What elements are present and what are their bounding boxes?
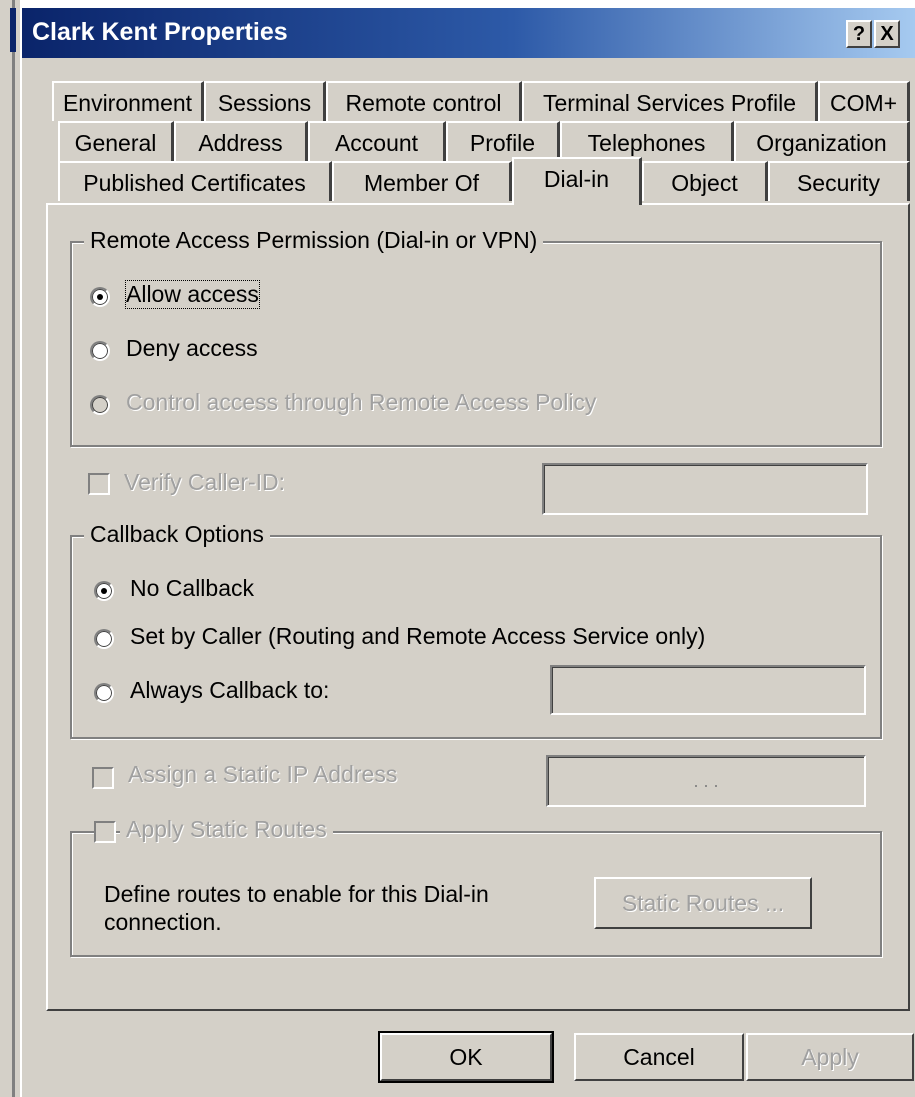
always-callback-radio[interactable] [94,683,114,703]
tab-com-plus[interactable]: COM+ [818,81,910,121]
deny-access-label[interactable]: Deny access [126,335,258,362]
static-routes-group: Apply Static Routes Define routes to ena… [70,816,882,957]
allow-access-label[interactable]: Allow access [125,280,260,309]
apply-static-routes-checkbox[interactable] [94,821,116,843]
callback-options-group: Callback Options No Callback Set by Call… [70,521,882,739]
tab-profile[interactable]: Profile [446,121,560,161]
callback-options-legend: Callback Options [84,521,270,548]
tab-dial-in[interactable]: Dial-in [512,157,642,205]
verify-caller-id-input[interactable] [542,463,868,515]
tab-environment[interactable]: Environment [52,81,204,121]
tab-published-certificates[interactable]: Published Certificates [58,161,332,201]
static-routes-description-line2: connection. [104,909,222,935]
background-window-edge [0,0,20,1097]
help-button[interactable]: ? [846,20,872,48]
title-bar[interactable]: Clark Kent Properties ? X [22,8,915,58]
set-by-caller-label[interactable]: Set by Caller (Routing and Remote Access… [130,623,705,650]
close-button[interactable]: X [874,20,900,48]
no-callback-radio[interactable] [94,581,114,601]
background-window-titlebar [10,8,16,52]
window-title: Clark Kent Properties [32,18,288,46]
callback-number-input[interactable] [550,665,866,715]
tab-account[interactable]: Account [308,121,446,161]
tab-remote-control[interactable]: Remote control [326,81,522,121]
verify-caller-id-label: Verify Caller-ID: [124,469,286,495]
tab-telephones[interactable]: Telephones [560,121,734,161]
set-by-caller-radio[interactable] [94,629,114,649]
apply-button[interactable]: Apply [746,1033,914,1081]
remote-access-legend: Remote Access Permission (Dial-in or VPN… [84,227,544,254]
tab-sessions[interactable]: Sessions [204,81,326,121]
remote-access-permission-group: Remote Access Permission (Dial-in or VPN… [70,227,882,447]
assign-static-ip-label: Assign a Static IP Address [128,761,398,787]
control-access-policy-radio[interactable] [90,395,110,415]
tab-object[interactable]: Object [642,161,768,201]
tab-organization[interactable]: Organization [734,121,910,161]
tab-security[interactable]: Security [768,161,910,201]
allow-access-radio[interactable] [90,287,110,307]
dial-in-tab-panel: Remote Access Permission (Dial-in or VPN… [46,203,910,1011]
properties-dialog: Clark Kent Properties ? X Environment Se… [20,6,915,1097]
always-callback-label[interactable]: Always Callback to: [130,677,329,704]
no-callback-label[interactable]: No Callback [130,575,254,602]
tab-member-of[interactable]: Member Of [332,161,512,201]
tab-terminal-services-profile[interactable]: Terminal Services Profile [522,81,818,121]
ok-button[interactable]: OK [378,1031,554,1083]
control-access-policy-label: Control access through Remote Access Pol… [126,389,597,415]
tab-address[interactable]: Address [174,121,308,161]
tab-general[interactable]: General [58,121,174,161]
deny-access-radio[interactable] [90,341,110,361]
static-ip-address-input[interactable]: . . . [546,755,866,807]
verify-caller-id-checkbox[interactable] [88,473,110,495]
static-routes-description-line1: Define routes to enable for this Dial-in [104,881,489,907]
cancel-button[interactable]: Cancel [574,1033,744,1081]
apply-static-routes-label: Apply Static Routes [120,816,333,843]
static-routes-button[interactable]: Static Routes ... [594,877,812,929]
background-window-border [12,0,15,1097]
assign-static-ip-checkbox[interactable] [92,767,114,789]
